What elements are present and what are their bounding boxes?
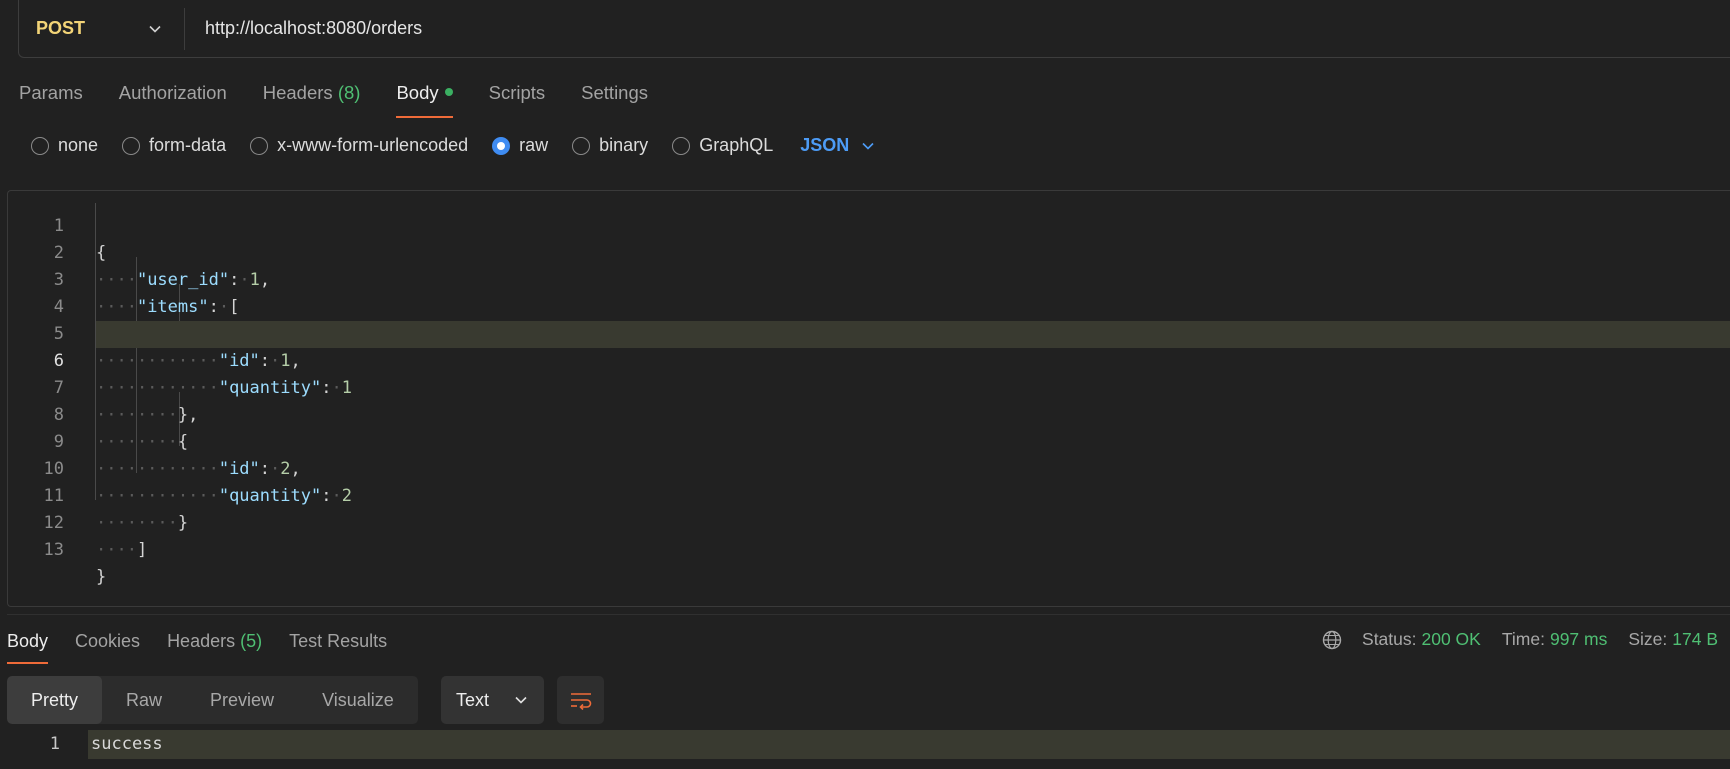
tab-scripts[interactable]: Scripts xyxy=(489,82,546,118)
status-label: Status: xyxy=(1362,629,1417,649)
method-label: POST xyxy=(36,18,86,38)
response-body-line: 1 success xyxy=(0,730,1730,759)
radio-binary[interactable]: binary xyxy=(572,135,648,156)
request-tabs: Params Authorization Headers (8) Body Sc… xyxy=(19,82,648,118)
code-line: 9 ············"id":·2, xyxy=(53,432,301,479)
response-tab-cookies[interactable]: Cookies xyxy=(75,631,140,664)
radio-graphql[interactable]: GraphQL xyxy=(672,135,773,156)
code-line: 13 } xyxy=(43,540,107,587)
response-body-text: success xyxy=(91,734,163,754)
headers-count: (8) xyxy=(337,82,361,103)
code-line: 8 ········{ xyxy=(53,405,189,452)
code-line: 12 ····] xyxy=(43,513,148,560)
wrap-lines-icon xyxy=(570,693,591,710)
language-select[interactable]: JSON xyxy=(800,135,875,156)
modified-dot-icon xyxy=(444,88,453,97)
chevron-down-icon xyxy=(515,696,527,704)
wrap-lines-button[interactable] xyxy=(557,676,604,724)
size-label: Size: xyxy=(1628,629,1668,649)
globe-icon[interactable] xyxy=(1322,630,1342,650)
view-preview[interactable]: Preview xyxy=(186,676,298,724)
chevron-down-icon xyxy=(149,25,161,33)
radio-circle-icon xyxy=(31,136,49,155)
url-bar: POST http://localhost:8080/orders xyxy=(18,0,1730,58)
response-headers-count: (5) xyxy=(240,631,263,651)
radio-raw[interactable]: raw xyxy=(492,135,548,156)
method-select[interactable]: POST xyxy=(19,7,185,50)
response-tab-headers[interactable]: Headers (5) xyxy=(167,631,262,664)
code-line: 10 ············"quantity":·2 xyxy=(43,459,352,506)
radio-circle-icon xyxy=(672,136,691,155)
code-line: 5 ············"id":·1, xyxy=(53,324,301,371)
radio-circle-icon xyxy=(122,136,141,155)
view-raw[interactable]: Raw xyxy=(102,676,186,724)
current-line-highlight xyxy=(88,730,1730,759)
tab-body[interactable]: Body xyxy=(396,82,453,118)
radio-circle-icon xyxy=(572,136,591,155)
status-value[interactable]: 200 OK xyxy=(1422,629,1481,650)
time-label: Time: xyxy=(1501,629,1545,649)
response-format-select[interactable]: Text xyxy=(441,676,544,724)
response-status-bar: Status: 200 OK Time: 997 ms Size: 174 B xyxy=(1322,629,1718,650)
body-editor[interactable]: 1 { 2 ····"user_id":·1, 3 ····"items":·[… xyxy=(7,190,1730,607)
code-line-current: 6 ············"quantity":·1 xyxy=(54,321,1730,398)
response-divider xyxy=(7,614,1730,615)
code-line: 4 ········{ xyxy=(53,297,188,344)
view-visualize[interactable]: Visualize xyxy=(298,676,418,724)
response-tabs: Body Cookies Headers (5) Test Results xyxy=(7,631,387,664)
time-value[interactable]: 997 ms xyxy=(1550,629,1607,650)
radio-circle-icon xyxy=(250,136,269,155)
view-mode-segmented: Pretty Raw Preview Visualize xyxy=(7,676,418,724)
code-line: 2 ····"user_id":·1, xyxy=(53,243,271,290)
chevron-down-icon xyxy=(862,142,874,150)
response-tab-test-results[interactable]: Test Results xyxy=(289,631,387,664)
code-line: 7 ········}, xyxy=(53,378,199,425)
url-input[interactable]: http://localhost:8080/orders xyxy=(185,18,422,39)
tab-params[interactable]: Params xyxy=(19,82,83,118)
code-line: 1 { xyxy=(53,216,107,263)
size-value[interactable]: 174 B xyxy=(1672,629,1718,650)
radio-form-data[interactable]: form-data xyxy=(122,135,226,156)
tab-headers[interactable]: Headers (8) xyxy=(263,82,361,118)
radio-urlencoded[interactable]: x-www-form-urlencoded xyxy=(250,135,468,156)
radio-none[interactable]: none xyxy=(31,135,98,156)
response-tab-body[interactable]: Body xyxy=(7,631,49,664)
radio-checked-icon xyxy=(492,136,511,155)
body-type-group: none form-data x-www-form-urlencoded raw… xyxy=(31,135,875,156)
tab-authorization[interactable]: Authorization xyxy=(119,82,227,118)
code-line: 3 ····"items":·[ xyxy=(53,270,240,317)
view-pretty[interactable]: Pretty xyxy=(7,676,103,724)
tab-settings[interactable]: Settings xyxy=(581,82,648,118)
code-line: 11 ········} xyxy=(43,486,189,533)
